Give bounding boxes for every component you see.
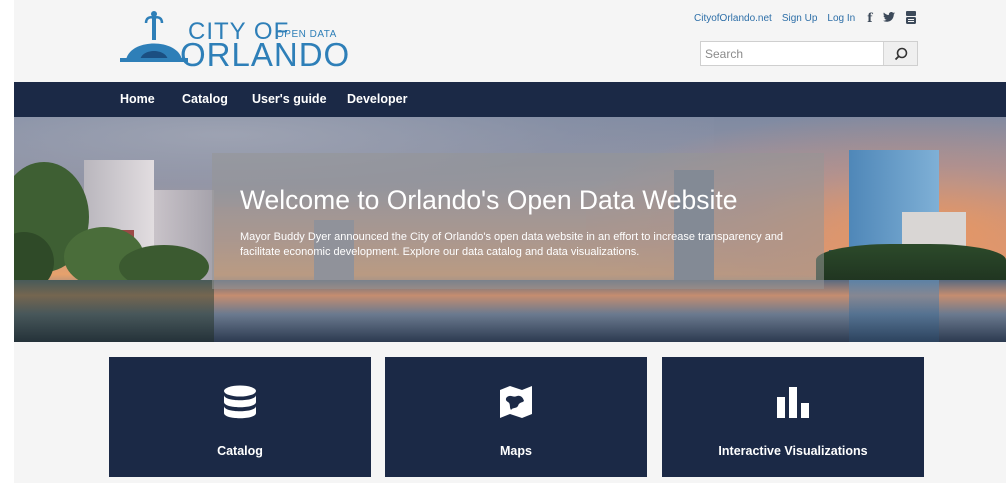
hero-description: Mayor Buddy Dyer announced the City of O… [240, 231, 784, 258]
hero-reflection [14, 280, 214, 342]
page: CITY OF OPEN DATA ORLANDO CityofOrlando.… [14, 0, 1006, 483]
hero-reflection [849, 280, 939, 342]
log-in-link[interactable]: Log In [827, 13, 855, 24]
nav-users-guide[interactable]: User's guide [252, 92, 327, 106]
interactive-visualizations-tile[interactable]: Interactive Visualizations [662, 357, 924, 477]
bar-chart-icon [777, 387, 809, 418]
social-links: f [867, 10, 927, 26]
hero-banner: Welcome to Orlando's Open Data Website M… [14, 117, 1006, 342]
map-icon [500, 386, 532, 418]
maps-tile-label: Maps [500, 444, 532, 458]
sign-up-link[interactable]: Sign Up [782, 13, 818, 24]
hero-text-panel: Welcome to Orlando's Open Data Website M… [212, 153, 824, 289]
nav-developer[interactable]: Developer [347, 92, 407, 106]
top-links: CityofOrlando.net Sign Up Log In f [694, 10, 927, 26]
logo-orlando-text: ORLANDO [180, 36, 351, 73]
nav-catalog[interactable]: Catalog [182, 92, 228, 106]
facebook-icon[interactable]: f [867, 11, 872, 25]
twitter-icon[interactable] [883, 11, 896, 25]
hero-trees-right [816, 244, 1006, 284]
hero-trees [14, 162, 214, 292]
search-icon [894, 47, 907, 60]
youtube-icon[interactable] [906, 10, 917, 26]
interactive-visualizations-tile-label: Interactive Visualizations [718, 444, 868, 458]
site-header: CITY OF OPEN DATA ORLANDO CityofOrlando.… [14, 0, 1006, 82]
search-box [700, 41, 918, 66]
maps-tile[interactable]: Maps [385, 357, 647, 477]
search-button[interactable] [883, 42, 917, 65]
catalog-tile[interactable]: Catalog [109, 357, 371, 477]
database-icon [224, 385, 256, 419]
hero-title: Welcome to Orlando's Open Data Website [240, 185, 738, 215]
nav-home[interactable]: Home [120, 92, 155, 106]
catalog-tile-label: Catalog [217, 444, 263, 458]
search-input[interactable] [701, 42, 883, 65]
city-site-link[interactable]: CityofOrlando.net [694, 13, 772, 24]
main-nav: Home Catalog User's guide Developer [14, 82, 1006, 117]
city-logo[interactable]: CITY OF OPEN DATA ORLANDO [120, 10, 351, 73]
